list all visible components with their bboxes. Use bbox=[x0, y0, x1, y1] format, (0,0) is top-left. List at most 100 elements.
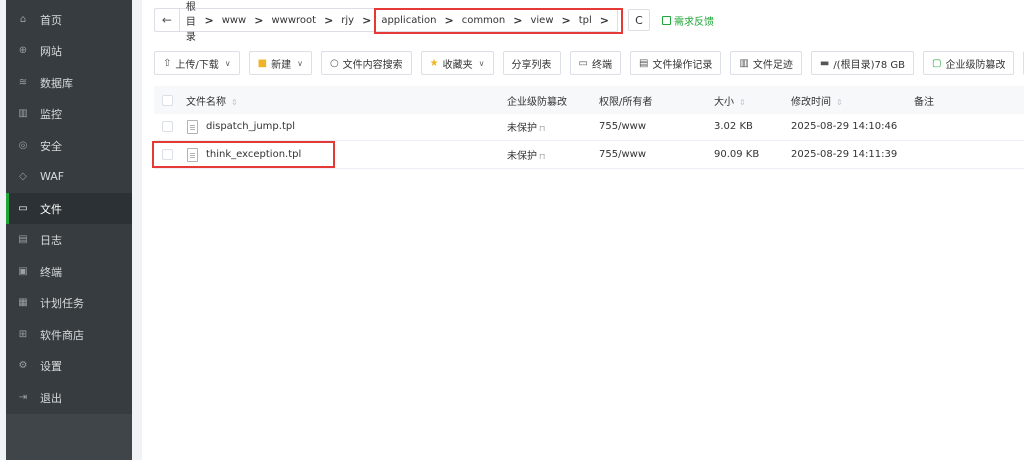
protect-status[interactable]: 未保护 ⊓ bbox=[507, 147, 545, 162]
sidebar-item-label: 网站 bbox=[40, 44, 62, 58]
modified-time: 2025-08-29 14:11:39 bbox=[791, 149, 898, 160]
new-button[interactable]: ■ 新建 ∨ bbox=[248, 51, 312, 75]
button-label: 分享列表 bbox=[511, 59, 552, 71]
protect-status[interactable]: 未保护 ⊓ bbox=[507, 119, 545, 134]
operation-log-button[interactable]: ▤ 文件操作记录 bbox=[629, 51, 722, 75]
log-icon: ▤ bbox=[18, 233, 28, 245]
search-icon: ○ bbox=[329, 57, 339, 69]
shield-icon: ◎ bbox=[18, 139, 28, 151]
sidebar-item-label: WAF bbox=[40, 170, 65, 183]
table-row[interactable]: think_exception.tpl 未保护 ⊓ 755/www 90.09 K… bbox=[154, 141, 1024, 169]
file-name[interactable]: think_exception.tpl bbox=[206, 149, 301, 160]
sort-icon: ⇕ bbox=[836, 97, 843, 107]
file-manager-panel: ← 根目录 > www > wwwroot > rjy > application > c… bbox=[142, 0, 1024, 460]
database-icon: ≋ bbox=[18, 76, 28, 88]
disk-icon: ▬ bbox=[819, 57, 830, 69]
file-icon bbox=[187, 147, 198, 162]
terminal-button[interactable]: ▭ 终端 bbox=[569, 51, 621, 75]
folder-icon: ■ bbox=[257, 57, 268, 69]
chevron-right-icon: > bbox=[513, 13, 523, 27]
column-header-name[interactable]: 文件名称 ⇕ bbox=[186, 93, 238, 108]
breadcrumb-label: rjy bbox=[341, 14, 355, 26]
feedback-link[interactable]: 需求反馈 bbox=[662, 13, 714, 28]
breadcrumb-segment-tpl[interactable]: tpl > bbox=[579, 14, 617, 27]
schedule-icon: ▦ bbox=[18, 296, 28, 308]
chevron-right-icon: > bbox=[444, 13, 454, 27]
sidebar-item-store[interactable]: ⊞ 软件商店 bbox=[6, 319, 132, 350]
breadcrumb-segment-rjy[interactable]: rjy > bbox=[341, 14, 381, 27]
star-icon: ★ bbox=[429, 57, 439, 69]
tamper-protect-button[interactable]: ▢ 企业级防篡改 bbox=[923, 51, 1015, 75]
breadcrumb-label: wwwroot bbox=[271, 14, 317, 26]
globe-icon: ⊕ bbox=[18, 44, 28, 56]
chevron-right-icon: > bbox=[362, 13, 372, 27]
column-header-mtime[interactable]: 修改时间 ⇕ bbox=[791, 93, 843, 108]
sidebar-item-label: 软件商店 bbox=[40, 328, 84, 342]
back-arrow-icon[interactable]: ← bbox=[155, 9, 180, 31]
sidebar-item-label: 退出 bbox=[40, 391, 62, 405]
sidebar-item-logout[interactable]: ⇥ 退出 bbox=[6, 382, 132, 413]
sidebar-item-monitor[interactable]: ▥ 监控 bbox=[6, 98, 132, 129]
refresh-icon: C bbox=[635, 13, 643, 27]
waf-shield-icon: ◇ bbox=[19, 170, 27, 182]
row-checkbox[interactable] bbox=[162, 149, 173, 160]
protect-icon: ▢ bbox=[932, 57, 942, 69]
content-search-button[interactable]: ○ 文件内容搜索 bbox=[320, 51, 412, 75]
home-icon: ⌂ bbox=[19, 13, 27, 25]
row-checkbox[interactable] bbox=[162, 121, 173, 132]
upload-download-button[interactable]: ⇧ 上传/下载 ∨ bbox=[154, 51, 240, 75]
button-label: 终端 bbox=[591, 59, 612, 71]
button-label: 文件内容搜索 bbox=[342, 59, 403, 71]
select-all-checkbox[interactable] bbox=[162, 94, 173, 106]
sort-icon: ⇕ bbox=[739, 97, 746, 107]
disk-button[interactable]: ▬/(根目录)78 GB bbox=[810, 51, 914, 75]
column-header-size[interactable]: 大小 ⇕ bbox=[714, 93, 746, 108]
sidebar-item-website[interactable]: ⊕ 网站 bbox=[6, 35, 132, 66]
breadcrumb-segment-root[interactable]: 根目录 > bbox=[186, 0, 222, 43]
breadcrumb-label: 根目录 bbox=[185, 1, 196, 43]
sidebar-item-settings[interactable]: ⚙ 设置 bbox=[6, 350, 132, 381]
favorites-button[interactable]: ★ 收藏夹 ∨ bbox=[420, 51, 494, 75]
protect-label: 未保护 bbox=[507, 151, 537, 162]
sidebar-item-files[interactable]: ▭ 文件 bbox=[6, 193, 132, 224]
column-header-protect: 企业级防篡改 bbox=[507, 96, 567, 108]
logout-icon: ⇥ bbox=[18, 391, 28, 403]
sidebar: ⌂ 首页 ⊕ 网站 ≋ 数据库 ▥ 监控 ◎ 安全 ◇ WAF ▭ 文件 ▤ 日志 ▣ 终端 ▦ 计… bbox=[6, 0, 132, 460]
file-name[interactable]: dispatch_jump.tpl bbox=[206, 121, 295, 132]
breadcrumb-segment-application[interactable]: application > bbox=[381, 14, 461, 27]
breadcrumb-segment-wwwroot[interactable]: wwwroot > bbox=[271, 14, 341, 27]
file-icon bbox=[187, 119, 198, 134]
breadcrumb-label: application bbox=[381, 14, 437, 26]
footprint-button[interactable]: ▥ 文件足迹 bbox=[730, 51, 802, 75]
header-label: 文件名称 bbox=[186, 96, 226, 108]
chevron-right-icon: > bbox=[204, 13, 214, 27]
permission-owner[interactable]: 755/www bbox=[599, 121, 646, 132]
feedback-icon bbox=[662, 16, 671, 25]
chevron-right-icon: > bbox=[599, 13, 609, 27]
breadcrumb-segment-view[interactable]: view > bbox=[530, 14, 578, 27]
gear-icon: ⚙ bbox=[18, 359, 28, 371]
table-row[interactable]: dispatch_jump.tpl 未保护 ⊓ 755/www 3.02 KB 2… bbox=[154, 113, 1024, 141]
sidebar-item-label: 设置 bbox=[40, 359, 62, 373]
column-header-remark: 备注 bbox=[914, 96, 934, 108]
button-label: 企业级防篡改 bbox=[945, 59, 1006, 71]
sidebar-item-waf[interactable]: ◇ WAF bbox=[6, 161, 132, 192]
breadcrumb-path: 根目录 > www > wwwroot > rjy > application > com… bbox=[180, 0, 617, 43]
column-header-permission: 权限/所有者 bbox=[599, 96, 653, 108]
sidebar-item-label: 首页 bbox=[40, 13, 62, 27]
apps-icon: ⊞ bbox=[18, 328, 28, 340]
breadcrumb-segment-www[interactable]: www > bbox=[222, 14, 272, 27]
chevron-right-icon: > bbox=[254, 13, 264, 27]
sidebar-item-terminal[interactable]: ▣ 终端 bbox=[6, 256, 132, 287]
sidebar-item-logs[interactable]: ▤ 日志 bbox=[6, 224, 132, 255]
sidebar-item-database[interactable]: ≋ 数据库 bbox=[6, 67, 132, 98]
sidebar-item-security[interactable]: ◎ 安全 bbox=[6, 130, 132, 161]
sidebar-item-cron[interactable]: ▦ 计划任务 bbox=[6, 287, 132, 318]
sidebar-item-home[interactable]: ⌂ 首页 bbox=[6, 4, 132, 35]
footprint-icon: ▥ bbox=[739, 57, 749, 69]
share-list-button[interactable]: 分享列表 bbox=[502, 51, 561, 75]
refresh-button[interactable]: C bbox=[628, 9, 650, 31]
breadcrumb-segment-common[interactable]: common > bbox=[462, 14, 531, 27]
log-icon: ▤ bbox=[638, 57, 649, 69]
permission-owner[interactable]: 755/www bbox=[599, 149, 646, 160]
